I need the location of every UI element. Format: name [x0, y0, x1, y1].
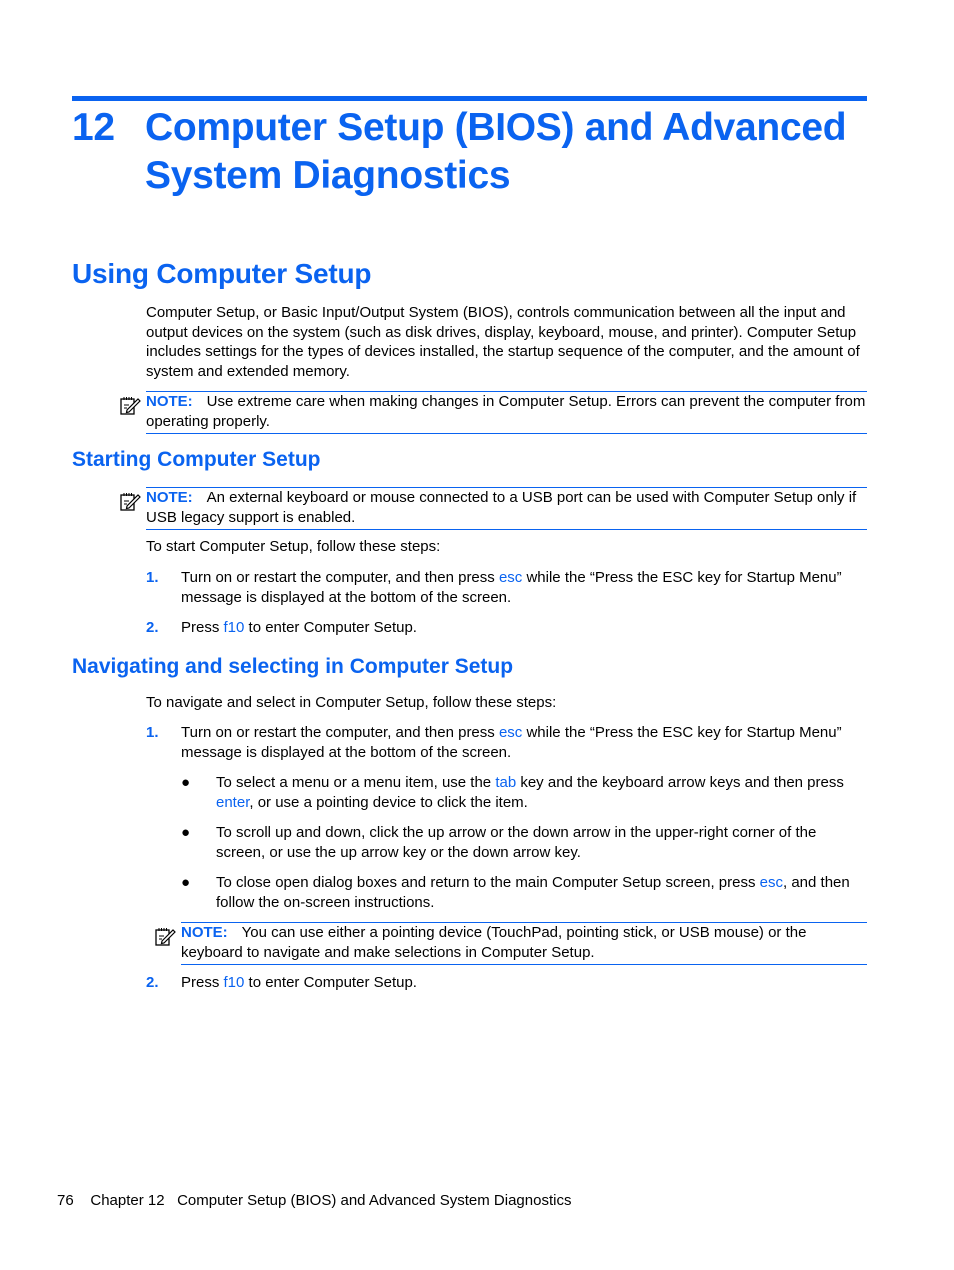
- step-item: 1. Turn on or restart the computer, and …: [146, 723, 868, 763]
- key-f10: f10: [223, 619, 245, 636]
- bullet-text-part: To close open dialog boxes and return to…: [216, 874, 760, 891]
- step-text: Turn on or restart the computer, and the…: [181, 723, 871, 762]
- note-text: You can use either a pointing device (To…: [181, 924, 807, 961]
- note-label: NOTE:: [146, 489, 193, 506]
- bullet-text: To select a menu or a menu item, use the…: [216, 773, 868, 812]
- note-icon: [155, 928, 176, 946]
- bullet-item: ● To select a menu or a menu item, use t…: [181, 773, 869, 813]
- step-text-part: Press: [181, 974, 224, 991]
- bullet-icon: ●: [181, 824, 191, 841]
- note-icon: [120, 397, 141, 415]
- key-esc: esc: [498, 724, 523, 741]
- note-text: Use extreme care when making changes in …: [146, 393, 866, 430]
- step-text-part: Press: [181, 619, 224, 636]
- bullet-text-part: key and the keyboard arrow keys and then…: [516, 774, 844, 791]
- note-text: An external keyboard or mouse connected …: [146, 489, 857, 526]
- navigating-intro: To navigate and select in Computer Setup…: [146, 694, 557, 711]
- subsection-title-starting: Starting Computer Setup: [72, 448, 321, 471]
- chapter-number: 12: [72, 106, 115, 149]
- page-number: 76: [57, 1192, 74, 1209]
- key-f10: f10: [223, 974, 245, 991]
- note-label: NOTE:: [181, 924, 228, 941]
- key-tab: tab: [495, 774, 517, 791]
- step-number: 2.: [146, 974, 159, 991]
- step-text-part: to enter Computer Setup.: [244, 619, 417, 636]
- note-box: NOTE: You can use either a pointing devic…: [155, 922, 867, 965]
- bullet-item: ● To scroll up and down, click the up ar…: [181, 823, 869, 863]
- bullet-icon: ●: [181, 874, 191, 891]
- note-box: NOTE: An external keyboard or mouse conne…: [120, 487, 867, 530]
- step-number: 1.: [146, 569, 159, 586]
- step-text-part: to enter Computer Setup.: [244, 974, 417, 991]
- footer-chapter-title: Computer Setup (BIOS) and Advanced Syste…: [177, 1192, 572, 1209]
- step-number: 1.: [146, 724, 159, 741]
- bullet-text: To close open dialog boxes and return to…: [216, 873, 868, 912]
- key-enter: enter: [216, 793, 250, 811]
- subsection-title-navigating: Navigating and selecting in Computer Set…: [72, 655, 514, 678]
- note-label: NOTE:: [146, 393, 193, 410]
- step-item: 2. Press f10 to enter Computer Setup.: [146, 618, 868, 638]
- section-intro: Computer Setup, or Basic Input/Output Sy…: [146, 304, 860, 380]
- bullet-text-part: , or use a pointing device to click the …: [249, 793, 528, 811]
- step-text: Press f10 to enter Computer Setup.: [181, 618, 871, 638]
- note-box: NOTE: Use extreme care when making change…: [120, 391, 867, 434]
- step-item: 1. Turn on or restart the computer, and …: [146, 568, 868, 608]
- bullet-text: To scroll up and down, click the up arro…: [216, 824, 817, 861]
- step-text-part: Turn on or restart the computer, and the…: [181, 724, 499, 741]
- step-number: 2.: [146, 619, 159, 636]
- step-text: Press f10 to enter Computer Setup.: [181, 973, 871, 993]
- note-icon: [120, 493, 141, 511]
- starting-intro: To start Computer Setup, follow these st…: [146, 538, 441, 555]
- step-text-part: Turn on or restart the computer, and the…: [181, 569, 499, 586]
- step-text: Turn on or restart the computer, and the…: [181, 568, 871, 607]
- page-footer: 76 Chapter 12 Computer Setup (BIOS) and …: [57, 1191, 571, 1211]
- chapter-title: Computer Setup (BIOS) and Advanced Syste…: [145, 106, 847, 197]
- key-esc: esc: [759, 874, 783, 891]
- bullet-text-part: To select a menu or a menu item, use the: [216, 774, 496, 791]
- bullet-item: ● To close open dialog boxes and return …: [181, 873, 869, 913]
- step-item: 2. Press f10 to enter Computer Setup.: [146, 973, 868, 993]
- chapter-rule: [72, 96, 867, 101]
- footer-chapter-label: Chapter 12: [90, 1192, 165, 1209]
- key-esc: esc: [498, 569, 523, 586]
- section-title: Using Computer Setup: [72, 258, 372, 289]
- bullet-icon: ●: [181, 774, 191, 791]
